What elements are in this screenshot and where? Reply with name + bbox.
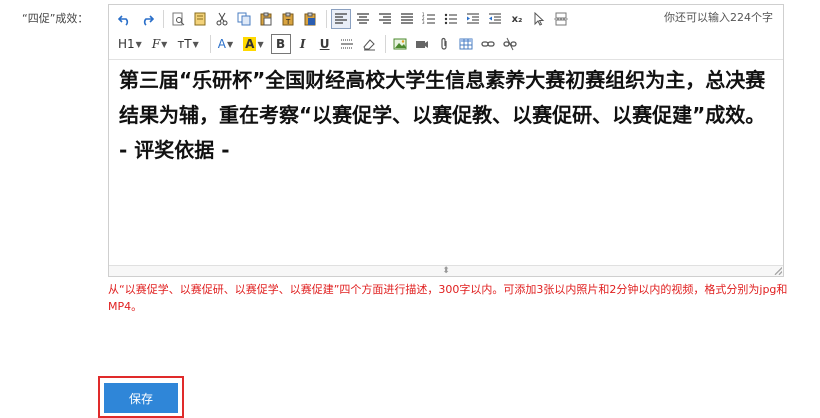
outdent-icon[interactable]	[485, 9, 505, 29]
toolbar-row-2: H1 ▼ F ▼ тT ▼ A ▼ A ▼ B I U	[115, 33, 522, 55]
subscript-icon[interactable]: x₂	[507, 9, 527, 29]
svg-text:T: T	[285, 18, 291, 26]
align-right-icon[interactable]	[375, 9, 395, 29]
strikethrough-icon[interactable]	[337, 34, 357, 54]
font-color-dropdown[interactable]: A ▼	[215, 34, 236, 54]
toolbar-row-1: T 123 x₂	[115, 8, 573, 30]
chevron-down-icon: ▼	[135, 39, 142, 49]
align-justify-icon[interactable]	[397, 9, 417, 29]
unordered-list-icon[interactable]	[441, 9, 461, 29]
chevron-down-icon: ▼	[227, 39, 234, 49]
redo-icon[interactable]	[137, 9, 157, 29]
copy-icon[interactable]	[234, 9, 254, 29]
italic-button[interactable]: I	[293, 34, 313, 54]
align-center-icon[interactable]	[353, 9, 373, 29]
font-color-label: A	[217, 37, 227, 51]
paste-icon[interactable]	[256, 9, 276, 29]
heading-label: H1	[118, 37, 135, 51]
font-family-label: F	[151, 37, 161, 51]
resize-grip-icon: ⬍	[442, 266, 450, 276]
chevron-down-icon: ▼	[192, 39, 199, 49]
save-button-highlight: 保存	[98, 376, 184, 418]
paste-text-icon[interactable]: T	[278, 9, 298, 29]
svg-text:3: 3	[422, 20, 425, 25]
align-left-icon[interactable]	[331, 9, 351, 29]
ordered-list-icon[interactable]: 123	[419, 9, 439, 29]
rich-text-editor: T 123 x₂ H1 ▼ F ▼ тT ▼ A ▼ A ▼ B I U 你还可…	[108, 4, 784, 277]
editor-content[interactable]: 第三届“乐研杯”全国财经高校大学生信息素养大赛初赛组织为主，总决赛结果为辅，重在…	[119, 63, 775, 263]
input-hint: 从“以赛促学、以赛促研、以赛促学、以赛促建”四个方面进行描述，300字以内。可添…	[108, 283, 788, 313]
chevron-down-icon: ▼	[257, 39, 264, 49]
unlink-icon[interactable]	[500, 34, 520, 54]
undo-icon[interactable]	[115, 9, 135, 29]
attachment-icon[interactable]	[434, 34, 454, 54]
font-family-dropdown[interactable]: F ▼	[149, 34, 170, 54]
paste-word-icon[interactable]	[300, 9, 320, 29]
link-icon[interactable]	[478, 34, 498, 54]
video-icon[interactable]	[412, 34, 432, 54]
field-label: “四促”成效：	[22, 12, 89, 25]
table-icon[interactable]	[456, 34, 476, 54]
preview-icon[interactable]	[168, 9, 188, 29]
char-count: 你还可以输入224个字	[664, 11, 773, 24]
highlight-dropdown[interactable]: A ▼	[240, 34, 266, 54]
toolbar-separator	[326, 10, 327, 28]
save-button[interactable]: 保存	[104, 383, 178, 413]
eraser-icon[interactable]	[359, 34, 379, 54]
heading-dropdown[interactable]: H1 ▼	[115, 34, 145, 54]
toolbar-separator	[163, 10, 164, 28]
underline-button[interactable]: U	[315, 34, 335, 54]
editor-toolbar: T 123 x₂ H1 ▼ F ▼ тT ▼ A ▼ A ▼ B I U 你还可…	[109, 5, 783, 60]
chevron-down-icon: ▼	[161, 39, 168, 49]
page-break-icon[interactable]	[551, 9, 571, 29]
indent-icon[interactable]	[463, 9, 483, 29]
bold-button[interactable]: B	[270, 34, 291, 54]
template-icon[interactable]	[190, 9, 210, 29]
toolbar-separator	[209, 35, 211, 53]
font-size-dropdown[interactable]: тT ▼	[174, 34, 201, 54]
select-all-icon[interactable]	[529, 9, 549, 29]
image-icon[interactable]	[390, 34, 410, 54]
font-size-label: тT	[177, 37, 192, 51]
cut-icon[interactable]	[212, 9, 232, 29]
toolbar-separator	[384, 35, 386, 53]
editor-resize-bar[interactable]: ⬍	[109, 265, 783, 276]
resize-corner-icon[interactable]	[774, 267, 782, 275]
highlight-label: A	[243, 37, 257, 51]
